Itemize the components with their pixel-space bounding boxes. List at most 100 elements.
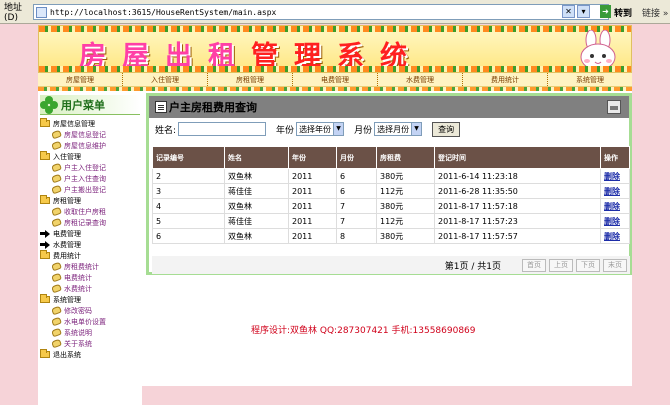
sidebar-group-system[interactable]: 系统管理 [40, 294, 142, 305]
table-row: 3 蒋佳佳 2011 6 112元 2011-6-28 11:35:50 删除 [152, 183, 630, 199]
delete-link[interactable]: 删除 [600, 213, 630, 229]
address-input[interactable]: http://localhost:3615/HouseRentSystem/ma… [33, 4, 609, 20]
sidebar-item-label: 房屋信息登记 [64, 130, 106, 139]
sidebar-group-label: 退出系统 [53, 350, 81, 359]
nav-item-statistics[interactable]: 费用统计 [462, 73, 547, 86]
clover-icon [40, 95, 58, 114]
name-input[interactable] [178, 122, 267, 136]
cell-name: 蒋佳佳 [224, 213, 289, 229]
page-indicator: 第1页 / 共1页 [444, 261, 501, 272]
sidebar-item-label: 水费统计 [64, 284, 92, 293]
table-row: 4 双鱼林 2011 7 380元 2011-8-17 11:57:18 删除 [152, 198, 630, 214]
year-select[interactable]: 选择年份 ▼ [296, 122, 345, 136]
nav-item-electricity[interactable]: 电费管理 [292, 73, 377, 86]
month-select[interactable]: 选择月份 ▼ [374, 122, 423, 136]
folder-icon [40, 349, 50, 358]
cell-id: 3 [152, 183, 225, 199]
cell-rent: 380元 [376, 198, 435, 214]
sidebar-item-rent-stats[interactable]: 房租费统计 [40, 261, 142, 272]
sidebar-item-water-stats[interactable]: 水费统计 [40, 283, 142, 294]
sidebar-item-unit-price[interactable]: 水电单价设置 [40, 316, 142, 327]
nav-item-system[interactable]: 系统管理 [547, 73, 632, 86]
arrow-icon [40, 229, 50, 238]
sidebar-item-label: 房租记录查询 [64, 218, 106, 227]
sidebar-group-label: 入住管理 [53, 152, 81, 161]
chevron-down-icon[interactable]: ▼ [333, 123, 344, 135]
sidebar-group-electricity[interactable]: 电费管理 [40, 228, 142, 239]
nav-item-rent[interactable]: 房租管理 [207, 73, 292, 86]
dropdown-icon[interactable]: ▾ [577, 5, 590, 18]
folder-icon [40, 118, 50, 127]
sidebar-item-checkin-register[interactable]: 户主入住登记 [40, 162, 142, 173]
panel-title: 户主房租费用查询 [169, 101, 257, 114]
delete-link[interactable]: 删除 [600, 183, 630, 199]
nav-item-house[interactable]: 房屋管理 [38, 73, 122, 86]
col-header-year: 年份 [288, 146, 337, 169]
sidebar-group-statistics[interactable]: 费用统计 [40, 250, 142, 261]
query-form: 姓名: 年份 选择年份 ▼ 月份 选择月份 ▼ 查询 [149, 118, 629, 140]
links-button[interactable]: 链接 » [642, 6, 668, 19]
sidebar-group-rent[interactable]: 房租管理 [40, 195, 142, 206]
sidebar-item-electricity-stats[interactable]: 电费统计 [40, 272, 142, 283]
top-nav: 房屋管理 入住管理 房租管理 电费管理 水费管理 费用统计 系统管理 [38, 73, 632, 87]
cell-name: 双鱼林 [224, 228, 289, 244]
prev-page-button[interactable]: 上页 [549, 258, 573, 272]
sidebar-item-change-password[interactable]: 修改密码 [40, 305, 142, 316]
delete-link[interactable]: 删除 [600, 168, 630, 184]
sidebar-item-rent-records[interactable]: 房租记录查询 [40, 217, 142, 228]
cell-month: 7 [336, 213, 377, 229]
sidebar-item-label: 户主入住登记 [64, 163, 106, 172]
sidebar-group-house[interactable]: 房屋信息管理 [40, 118, 142, 129]
nav-item-checkin[interactable]: 入住管理 [122, 73, 207, 86]
cell-year: 2011 [288, 198, 337, 214]
leaf-icon [51, 173, 62, 184]
cell-year: 2011 [288, 213, 337, 229]
sidebar-item-label: 关于系统 [64, 339, 92, 348]
first-page-button[interactable]: 首页 [522, 258, 546, 272]
security-icon[interactable]: ✕ [562, 5, 575, 18]
leaf-icon [51, 261, 62, 272]
sidebar-group-checkin[interactable]: 入住管理 [40, 151, 142, 162]
sidebar-group-logout[interactable]: 退出系统 [40, 349, 142, 360]
folder-icon [40, 151, 50, 160]
delete-link[interactable]: 删除 [600, 198, 630, 214]
rent-records-table: 记录编号 姓名 年份 月份 房租费 登记时间 操作 2 双鱼林 2011 6 3… [152, 146, 630, 244]
table-row: 6 双鱼林 2011 8 380元 2011-8-17 11:57:57 删除 [152, 228, 630, 244]
cell-time: 2011-8-17 11:57:57 [434, 228, 601, 244]
leaf-icon [51, 316, 62, 327]
sidebar-item-label: 修改密码 [64, 306, 92, 315]
sidebar-group-label: 房租管理 [53, 196, 81, 205]
leaf-icon [51, 338, 62, 349]
sidebar-item-house-maintain[interactable]: 房屋信息维护 [40, 140, 142, 151]
sidebar-item-label: 电费统计 [64, 273, 92, 282]
go-button[interactable]: 转到 [614, 6, 632, 19]
cell-month: 6 [336, 168, 377, 184]
sidebar-group-water[interactable]: 水费管理 [40, 239, 142, 250]
next-page-button[interactable]: 下页 [576, 258, 600, 272]
cell-rent: 380元 [376, 228, 435, 244]
chevron-down-icon[interactable]: ▼ [411, 123, 422, 135]
col-header-name: 姓名 [224, 146, 289, 169]
sidebar-item-house-register[interactable]: 房屋信息登记 [40, 129, 142, 140]
sidebar-item-system-help[interactable]: 系统说明 [40, 327, 142, 338]
folder-icon [40, 294, 50, 303]
sidebar-item-checkin-query[interactable]: 户主入住查询 [40, 173, 142, 184]
leaf-icon [51, 162, 62, 173]
sidebar-item-label: 收取住户房租 [64, 207, 106, 216]
sidebar-item-about[interactable]: 关于系统 [40, 338, 142, 349]
rent-query-panel: 户主房租费用查询 姓名: 年份 选择年份 ▼ 月份 选择月份 ▼ 查询 记录编号 姓… [146, 93, 632, 275]
search-button[interactable]: 查询 [432, 121, 461, 137]
last-page-button[interactable]: 末页 [603, 258, 627, 272]
sidebar-title: 用户菜单 [61, 98, 105, 112]
col-header-time: 登记时间 [434, 146, 601, 169]
go-arrow-icon[interactable]: ➜ [600, 5, 611, 18]
sidebar-item-collect-rent[interactable]: 收取住户房租 [40, 206, 142, 217]
sidebar-group-label: 房屋信息管理 [53, 119, 95, 128]
leaf-icon [51, 327, 62, 338]
print-icon[interactable] [607, 100, 621, 114]
nav-item-water[interactable]: 水费管理 [377, 73, 462, 86]
delete-link[interactable]: 删除 [600, 228, 630, 244]
address-url[interactable]: http://localhost:3615/HouseRentSystem/ma… [50, 8, 276, 17]
sidebar-item-checkout-register[interactable]: 户主搬出登记 [40, 184, 142, 195]
page-icon [36, 6, 47, 18]
